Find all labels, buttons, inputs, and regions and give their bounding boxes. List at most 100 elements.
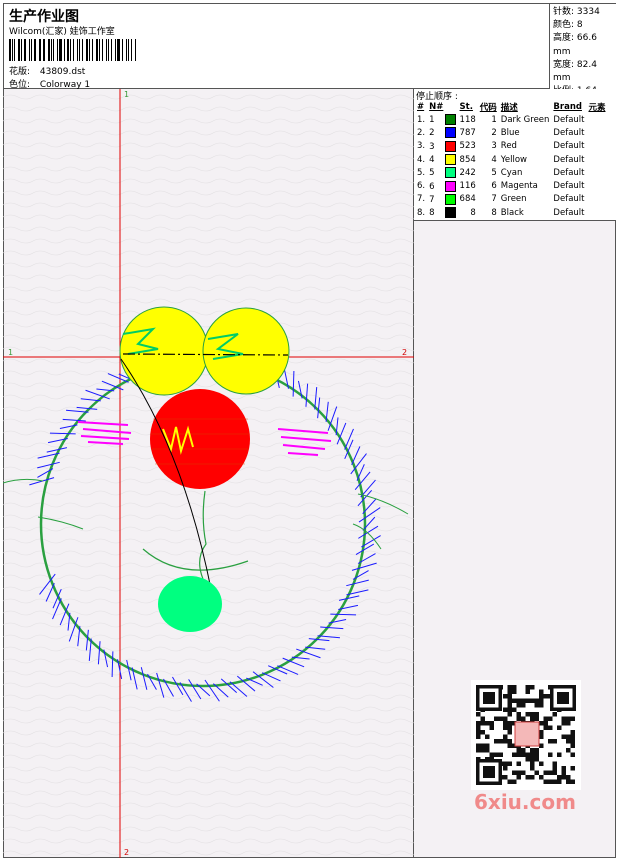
- color-description: Magenta: [500, 181, 538, 192]
- element-cell: [586, 193, 607, 206]
- stitch-count: 118: [459, 114, 476, 125]
- column-header: #: [417, 101, 425, 112]
- color-code: 8: [491, 207, 497, 218]
- row-index: 4.: [417, 154, 426, 165]
- stats-panel: 针数: 3334 颜色: 8 高度: 66.6 mm 宽度: 82.4 mm 比…: [549, 4, 617, 96]
- thread-brand: Default: [553, 154, 585, 165]
- needle-cell: 7: [427, 193, 457, 206]
- thread-brand: Default: [553, 194, 585, 205]
- color-row: 7. 7 684 7 Green Default: [415, 193, 608, 206]
- color-table-header: # N# St. 代码 描述 Brand 元素: [415, 100, 608, 113]
- right-axis-label: 2: [402, 348, 408, 357]
- color-row: 2. 2 787 2 Blue Default: [415, 126, 608, 139]
- needle-cell: 4: [427, 153, 457, 166]
- page-title: 生产作业图: [9, 9, 79, 25]
- row-index: 8.: [417, 207, 426, 218]
- color-swatch: [444, 193, 456, 205]
- top-axis-label: 1: [124, 90, 130, 99]
- row-index: 7.: [417, 194, 426, 205]
- design-width: 宽度: 82.4 mm: [553, 59, 597, 84]
- color-description: Yellow: [500, 154, 527, 165]
- left-axis-label: 1: [8, 348, 14, 357]
- color-description: Cyan: [500, 167, 523, 178]
- color-code: 4: [491, 154, 497, 165]
- needle-cell: 5: [427, 166, 457, 179]
- color-swatch: [444, 154, 456, 166]
- color-table: # N# St. 代码 描述 Brand 元素 1. 1 118 1 Dark Green Defau…: [415, 100, 608, 219]
- color-description: Red: [500, 141, 517, 152]
- needle-number: 1: [429, 115, 435, 126]
- color-row: 8. 8 8 8 Black Default: [415, 206, 608, 219]
- right-eye: [202, 307, 290, 395]
- color-count: 颜色: 8: [553, 20, 583, 31]
- column-header: St.: [459, 101, 473, 112]
- needle-number: 8: [429, 208, 435, 219]
- color-sequence-panel: 停止顺序 : # N# St. 代码 描述 Brand 元素 1. 1 118 1 Dark Gre…: [414, 89, 616, 221]
- color-swatch: [444, 207, 456, 219]
- color-description: Green: [500, 194, 527, 205]
- color-code: 2: [491, 127, 497, 138]
- color-code: 5: [491, 167, 497, 178]
- color-description: Black: [500, 207, 524, 218]
- needle-cell: 2: [427, 126, 457, 139]
- stitch-count: 242: [459, 167, 476, 178]
- column-header: 描述: [500, 102, 518, 113]
- color-swatch: [444, 167, 456, 179]
- color-swatch: [444, 127, 456, 139]
- design-label: 花版:: [9, 67, 31, 77]
- thread-brand: Default: [553, 114, 585, 125]
- needle-cell: 1: [427, 113, 457, 126]
- needle-number: 5: [429, 168, 435, 179]
- column-header: N#: [429, 101, 444, 112]
- design-row: 花版: 43809.dst: [9, 64, 85, 77]
- qr-code: [471, 680, 581, 790]
- left-eye: [119, 306, 209, 396]
- color-swatch: [444, 114, 456, 126]
- bottom-axis-label: 2: [124, 848, 130, 857]
- color-swatch: [444, 180, 456, 192]
- needle-cell: 6: [427, 179, 457, 192]
- stitch-count: 523: [459, 141, 476, 152]
- needle-number: 7: [429, 194, 435, 205]
- needle-number: 4: [429, 155, 435, 166]
- header: 生产作业图 Wilcom(汇家) 娃饰工作室 花版: 43809.dst 色位:…: [3, 3, 617, 96]
- thread-brand: Default: [553, 181, 585, 192]
- element-cell: [586, 153, 607, 166]
- thread-brand: Default: [553, 127, 585, 138]
- stitch-count: 854: [459, 154, 476, 165]
- color-row: 1. 1 118 1 Dark Green Default: [415, 113, 608, 126]
- element-cell: [586, 179, 607, 192]
- stitch-count: 787: [459, 127, 476, 138]
- row-index: 3.: [417, 141, 426, 152]
- color-row: 6. 6 116 6 Magenta Default: [415, 179, 608, 192]
- column-header: 代码: [479, 102, 497, 113]
- element-cell: [586, 113, 607, 126]
- column-header: 元素: [588, 102, 606, 113]
- needle-number: 2: [429, 128, 435, 139]
- column-header: Brand: [553, 101, 582, 112]
- needle-number: 3: [429, 141, 435, 152]
- stitch-count: 针数: 3334: [553, 7, 600, 17]
- row-index: 2.: [417, 127, 426, 138]
- embroidery-preview: [2, 89, 414, 858]
- thread-brand: Default: [553, 167, 585, 178]
- design-value: 43809.dst: [39, 67, 86, 77]
- needle-cell: 3: [427, 140, 457, 153]
- mouth: [158, 576, 222, 632]
- color-code: 3: [491, 141, 497, 152]
- row-index: 5.: [417, 167, 426, 178]
- thread-brand: Default: [553, 207, 585, 218]
- element-cell: [586, 140, 607, 153]
- barcode: [9, 39, 137, 61]
- color-row: 3. 3 523 3 Red Default: [415, 140, 608, 153]
- needle-number: 6: [429, 181, 435, 192]
- row-index: 6.: [417, 181, 426, 192]
- color-description: Dark Green: [500, 114, 550, 125]
- element-cell: [586, 206, 607, 219]
- color-row: 4. 4 854 4 Yellow Default: [415, 153, 608, 166]
- thread-brand: Default: [553, 141, 585, 152]
- color-code: 7: [491, 194, 497, 205]
- color-table-body: 1. 1 118 1 Dark Green Default 2. 2 787 2 Blue Defau…: [415, 113, 608, 219]
- stitch-count: 684: [459, 194, 476, 205]
- color-description: Blue: [500, 127, 520, 138]
